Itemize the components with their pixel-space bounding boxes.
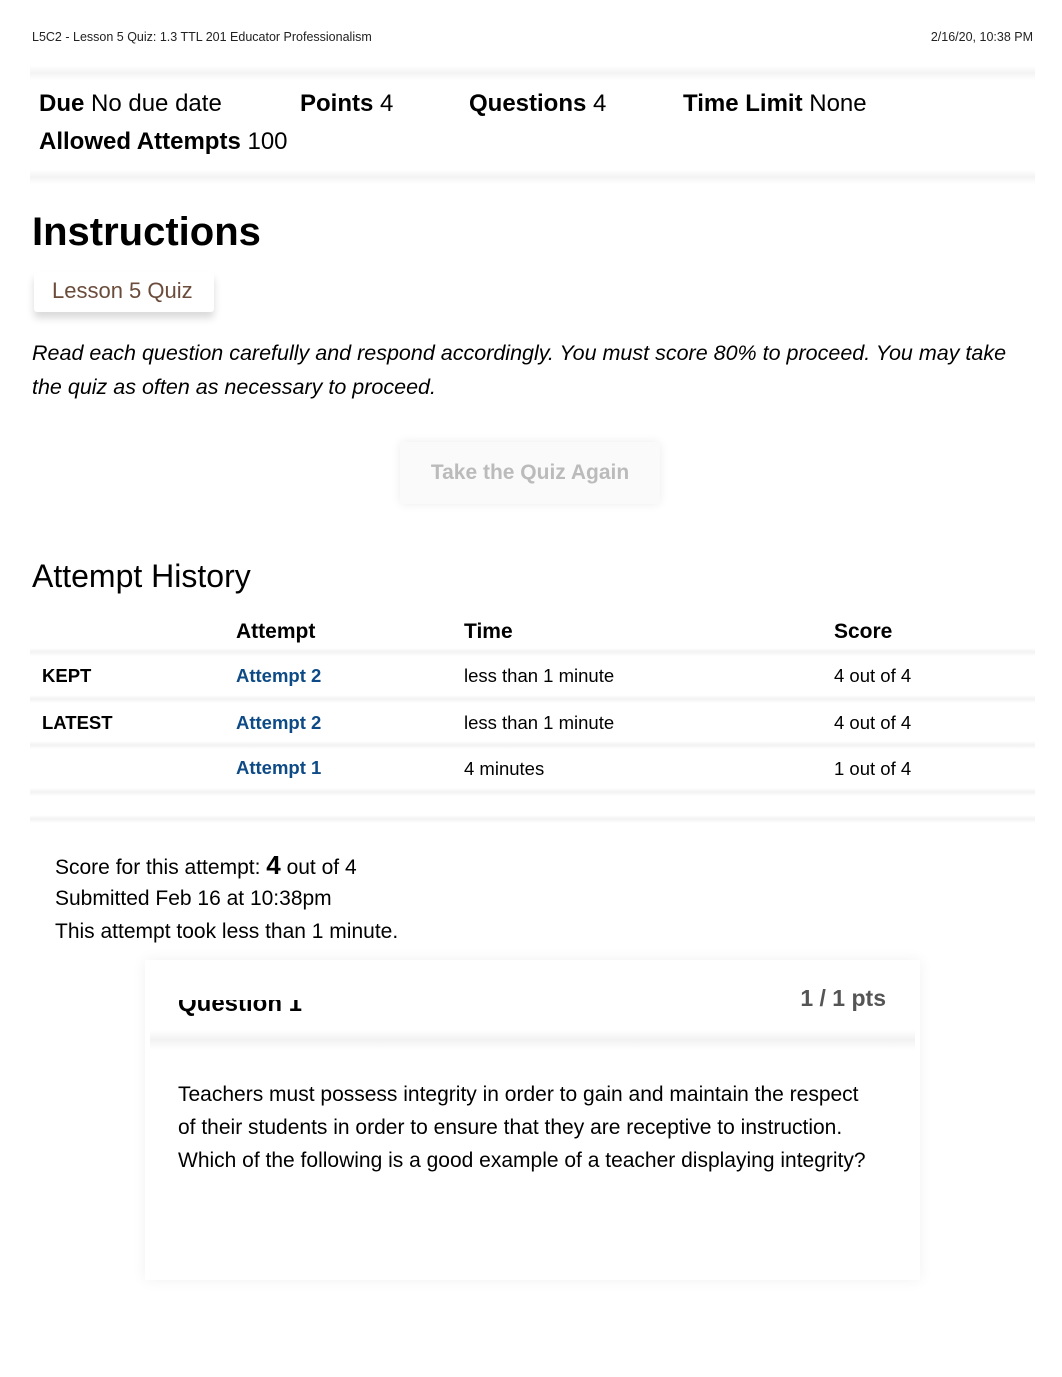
lesson-banner: Lesson 5 Quiz <box>34 272 214 312</box>
attempt-link[interactable]: Attempt 2 <box>236 665 321 687</box>
divider <box>30 815 1035 823</box>
points-info: Points 4 <box>300 90 394 117</box>
attempt-link[interactable]: Attempt 2 <box>236 712 321 734</box>
questions-info: Questions 4 <box>469 90 607 117</box>
instructions-text: Read each question carefully and respond… <box>32 341 1007 399</box>
time-limit-info: Time Limit None <box>683 90 867 117</box>
divider <box>30 66 1035 80</box>
attempt-history-heading: Attempt History <box>32 558 251 594</box>
attempt-time: 4 minutes <box>464 758 545 779</box>
attempt-time: less than 1 minute <box>464 712 615 733</box>
divider <box>30 648 1035 656</box>
instructions-heading: Instructions <box>32 210 261 254</box>
column-header-attempt: Attempt <box>236 620 316 643</box>
due-info: Due No due date <box>39 90 222 117</box>
attempt-duration: This attempt took less than 1 minute. <box>55 920 399 943</box>
attempt-score: 4 out of 4 <box>834 665 912 686</box>
print-datetime: 2/16/20, 10:38 PM <box>930 30 1033 44</box>
row-label: LATEST <box>42 712 113 733</box>
allowed-attempts-info: Allowed Attempts 100 <box>39 128 288 155</box>
divider <box>150 1030 915 1050</box>
question-title: Question 1 <box>178 1000 303 1017</box>
column-header-time: Time <box>464 620 513 643</box>
lesson-banner-text: Lesson 5 Quiz <box>52 278 193 303</box>
row-label: KEPT <box>42 665 92 686</box>
divider <box>30 741 1035 749</box>
take-quiz-again-button[interactable]: Take the Quiz Again <box>400 442 660 504</box>
divider <box>30 788 1035 796</box>
attempt-score-summary: Score for this attempt: 4 out of 4 <box>55 850 357 880</box>
question-points: 1 / 1 pts <box>800 985 886 1011</box>
print-title: L5C2 - Lesson 5 Quiz: 1.3 TTL 201 Educat… <box>32 30 372 44</box>
column-header-score: Score <box>834 620 893 643</box>
submitted-time: Submitted Feb 16 at 10:38pm <box>55 887 332 910</box>
question-text: Teachers must possess integrity in order… <box>178 1083 866 1172</box>
divider <box>30 695 1035 703</box>
attempt-score: 4 out of 4 <box>834 712 912 733</box>
attempt-score: 1 out of 4 <box>834 758 912 779</box>
attempt-time: less than 1 minute <box>464 665 615 686</box>
divider <box>30 170 1035 184</box>
attempt-link[interactable]: Attempt 1 <box>236 757 321 779</box>
